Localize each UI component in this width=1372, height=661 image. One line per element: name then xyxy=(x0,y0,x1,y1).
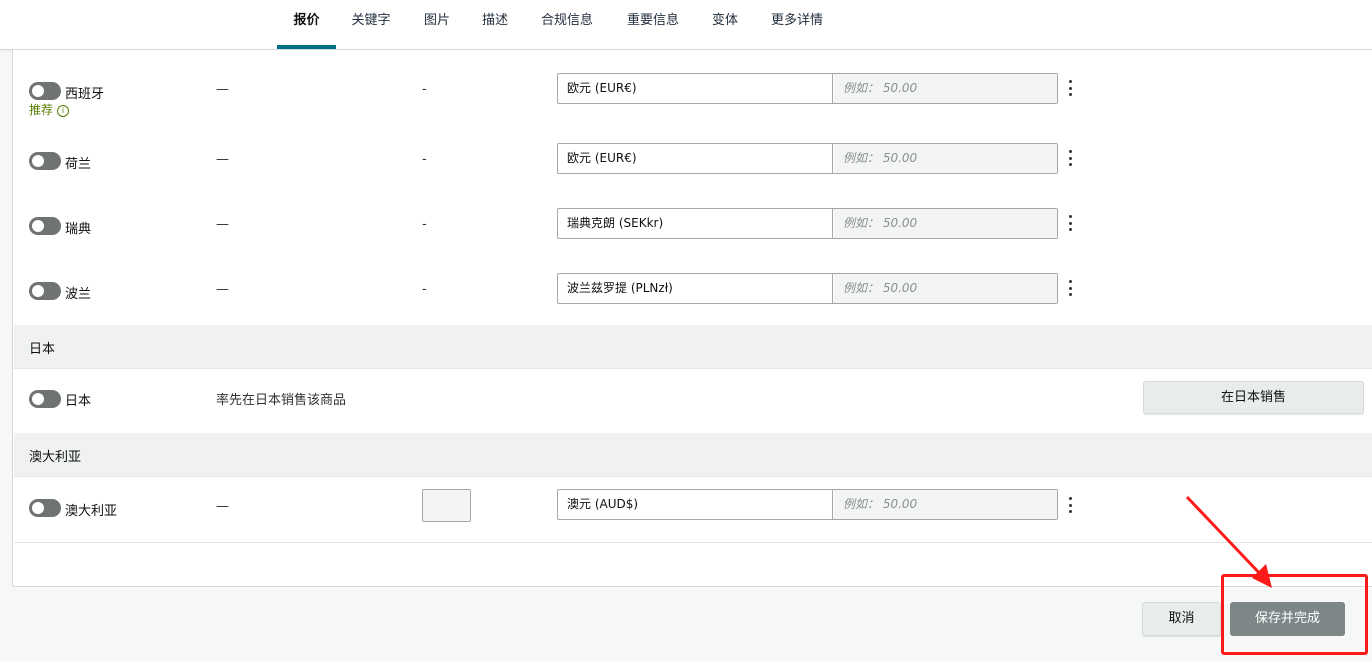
tab-more-details[interactable]: 更多详情 xyxy=(763,0,831,49)
row-value-hyphen: - xyxy=(422,82,427,97)
toggle-poland[interactable] xyxy=(29,282,61,300)
toggle-netherlands[interactable] xyxy=(29,152,61,170)
price-input-group: 瑞典克朗 (SEKkr) 例如： 50.00 xyxy=(557,208,1058,239)
sell-first-description: 率先在日本销售该商品 xyxy=(216,393,347,408)
country-label: 澳大利亚 xyxy=(65,504,118,519)
price-input-group: 波兰兹罗提 (PLNzł) 例如： 50.00 xyxy=(557,273,1058,304)
row-value-hyphen: - xyxy=(422,282,427,297)
tab-offer[interactable]: 报价 xyxy=(277,0,336,49)
price-input-group: 欧元 (EUR€) 例如： 50.00 xyxy=(557,73,1058,104)
quantity-input[interactable] xyxy=(422,489,471,522)
section-header-australia: 澳大利亚 xyxy=(14,433,1372,477)
offer-card: 西班牙 推荐 i — - 欧元 (EUR€) 例如： 50.00 荷兰 — - 欧… xyxy=(12,50,1372,587)
tab-variations[interactable]: 变体 xyxy=(705,0,745,49)
marketplace-row-netherlands: 荷兰 — - 欧元 (EUR€) 例如： 50.00 xyxy=(14,130,1372,196)
section-title: 日本 xyxy=(29,342,56,357)
toggle-australia[interactable] xyxy=(29,499,61,517)
tab-images[interactable]: 图片 xyxy=(417,0,457,49)
country-label: 日本 xyxy=(65,394,92,409)
marketplace-row-sweden: 瑞典 — - 瑞典克朗 (SEKkr) 例如： 50.00 xyxy=(14,195,1372,261)
more-options-icon[interactable] xyxy=(1067,150,1073,166)
toggle-sweden[interactable] xyxy=(29,217,61,235)
price-input[interactable]: 例如： 50.00 xyxy=(834,274,1057,303)
tab-bar: 报价 关键字 图片 描述 合规信息 重要信息 变体 更多详情 xyxy=(0,0,1372,50)
price-input[interactable]: 例如： 50.00 xyxy=(834,490,1057,519)
price-input-group: 欧元 (EUR€) 例如： 50.00 xyxy=(557,143,1058,174)
marketplace-row-poland: 波兰 — - 波兰兹罗提 (PLNzł) 例如： 50.00 xyxy=(14,260,1372,326)
currency-label: 波兰兹罗提 (PLNzł) xyxy=(558,274,833,303)
row-value-dash: — xyxy=(216,217,229,232)
tab-important-info[interactable]: 重要信息 xyxy=(619,0,687,49)
recommend-badge: 推荐 i xyxy=(29,101,70,118)
tab-keywords[interactable]: 关键字 xyxy=(344,0,398,49)
annotation-highlight-box xyxy=(1221,574,1368,655)
info-icon[interactable]: i xyxy=(57,104,70,117)
price-input[interactable]: 例如： 50.00 xyxy=(834,144,1057,173)
country-label: 荷兰 xyxy=(65,157,92,172)
marketplace-row-australia: 澳大利亚 — 澳元 (AUD$) 例如： 50.00 xyxy=(14,477,1372,543)
currency-label: 欧元 (EUR€) xyxy=(558,74,833,103)
marketplace-row-japan: 日本 率先在日本销售该商品 在日本销售 xyxy=(14,369,1372,434)
row-value-hyphen: - xyxy=(422,152,427,167)
more-options-icon[interactable] xyxy=(1067,497,1073,513)
more-options-icon[interactable] xyxy=(1067,280,1073,296)
tab-description[interactable]: 描述 xyxy=(475,0,515,49)
row-value-dash: — xyxy=(216,282,229,297)
section-title: 澳大利亚 xyxy=(29,450,82,465)
more-options-icon[interactable] xyxy=(1067,215,1073,231)
currency-label: 澳元 (AUD$) xyxy=(558,490,833,519)
toggle-japan[interactable] xyxy=(29,390,61,408)
currency-label: 欧元 (EUR€) xyxy=(558,144,833,173)
country-label: 瑞典 xyxy=(65,222,92,237)
country-label: 西班牙 xyxy=(65,87,105,102)
currency-label: 瑞典克朗 (SEKkr) xyxy=(558,209,833,238)
row-value-hyphen: - xyxy=(422,217,427,232)
country-label: 波兰 xyxy=(65,287,92,302)
row-value-dash: — xyxy=(216,82,229,97)
price-input-group: 澳元 (AUD$) 例如： 50.00 xyxy=(557,489,1058,520)
marketplace-row-spain: 西班牙 推荐 i — - 欧元 (EUR€) 例如： 50.00 xyxy=(14,60,1372,131)
toggle-spain[interactable] xyxy=(29,82,61,100)
row-value-dash: — xyxy=(216,152,229,167)
row-value-dash: — xyxy=(216,499,229,514)
more-options-icon[interactable] xyxy=(1067,80,1073,96)
sell-in-japan-button[interactable]: 在日本销售 xyxy=(1143,381,1364,414)
cancel-button[interactable]: 取消 xyxy=(1142,602,1221,636)
tab-compliance[interactable]: 合规信息 xyxy=(533,0,601,49)
price-input[interactable]: 例如： 50.00 xyxy=(834,74,1057,103)
price-input[interactable]: 例如： 50.00 xyxy=(834,209,1057,238)
section-header-japan: 日本 xyxy=(14,325,1372,369)
